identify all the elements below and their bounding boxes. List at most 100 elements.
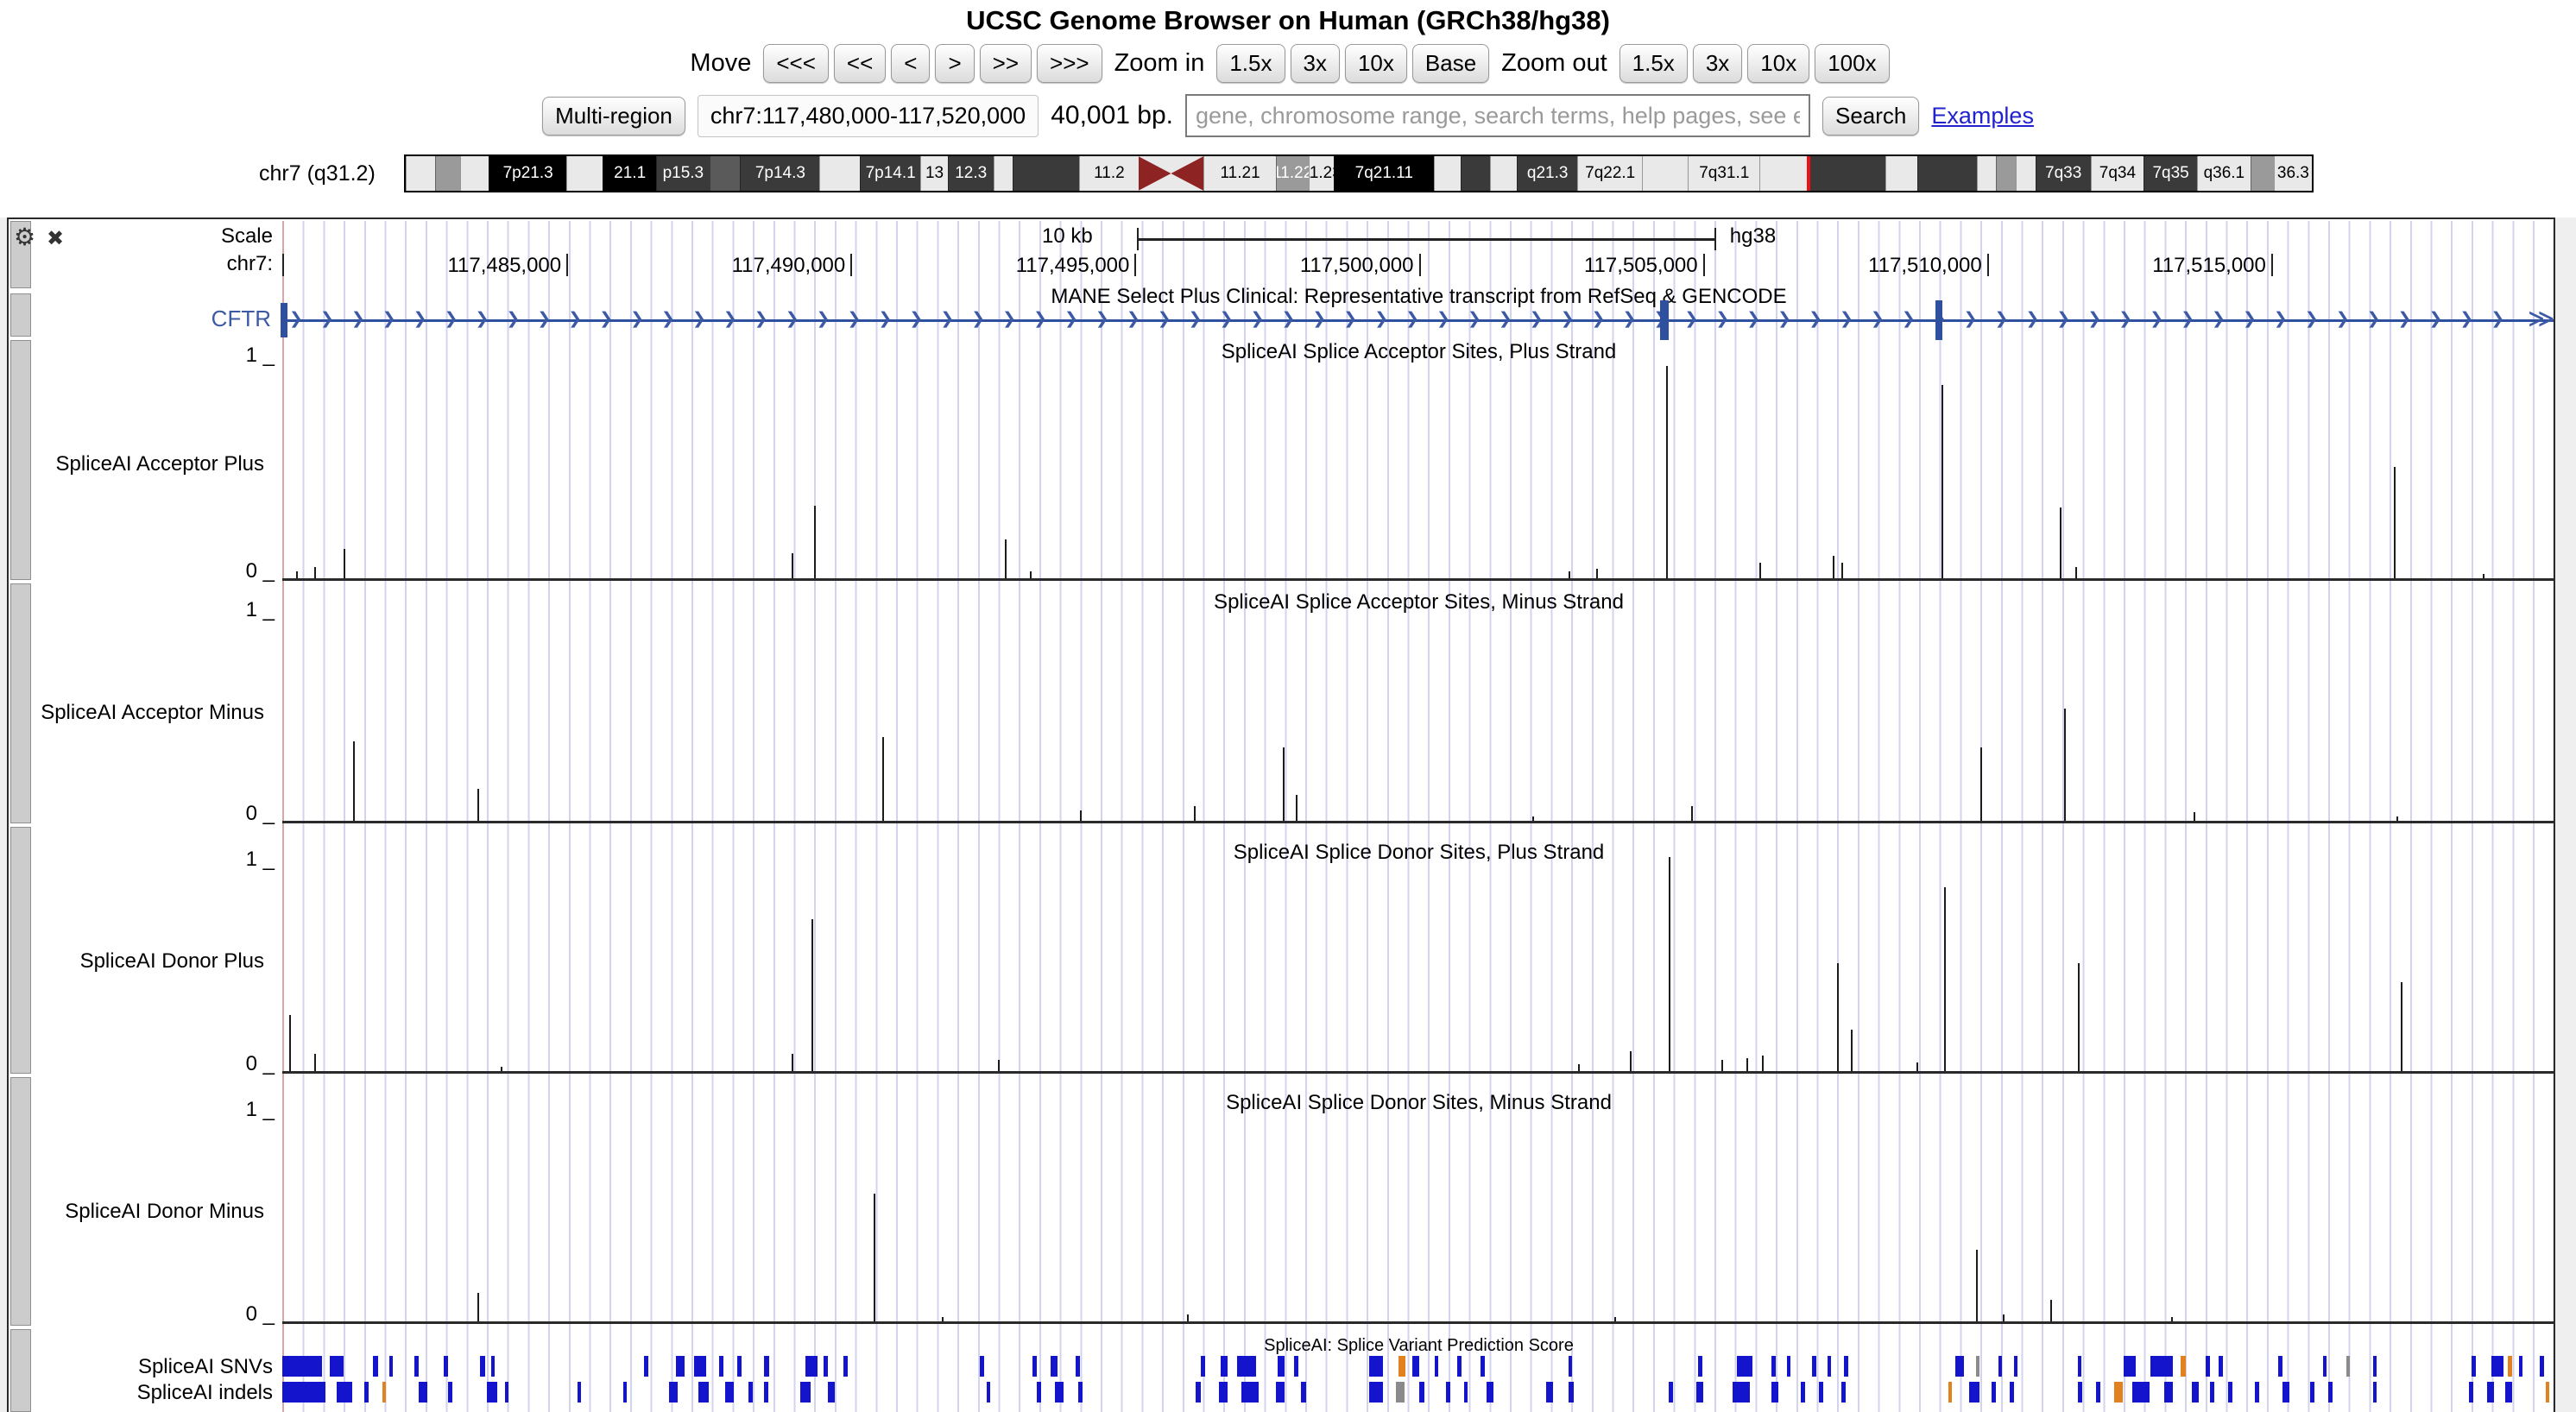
variant-tick [1221,1356,1228,1377]
track-plot-area[interactable] [282,605,2555,821]
signal-peak [2078,963,2080,1072]
variant-tick [2255,1382,2259,1403]
variant-row-label[interactable]: SpliceAI SNVs [138,1355,273,1379]
region-size-text: 40,001 bp. [1051,101,1173,130]
move-button-[interactable]: >>> [1037,44,1102,83]
track-baseline [282,1321,2555,1324]
genome-tracks-image[interactable]: ⚙✖Scale10 kbhg38chr7:117,485,000117,490,… [7,217,2555,1412]
ideogram-label: chr7 (q31.2) [259,161,404,186]
zoom-out-button-3x[interactable]: 3x [1693,44,1742,83]
scale-bar-cap-right [1714,228,1716,250]
track-plot-area[interactable] [282,1105,2555,1321]
ideogram-band [406,156,435,191]
variant-tick [1412,1356,1419,1377]
variant-tick [382,1382,386,1403]
variant-tick [1969,1382,1979,1403]
search-button[interactable]: Search [1822,97,1919,136]
zoom-out-button-15x[interactable]: 1.5x [1619,44,1688,83]
track-left-label[interactable]: SpliceAI Donor Plus [80,949,264,974]
examples-link[interactable]: Examples [1931,103,2034,129]
track-drag-bar-4[interactable] [10,827,31,1074]
ideogram-band-p15.3: p15.3 [656,156,710,191]
multi-region-button[interactable]: Multi-region [542,97,685,136]
variant-tick [748,1382,753,1403]
variant-tick [1955,1356,1964,1377]
signal-peak [998,1060,1000,1071]
track-drag-bar-5[interactable] [10,1077,31,1326]
track-ymin-label: 0 _ [246,802,275,826]
variant-tick [1419,1382,1424,1403]
zoom-in-button-base[interactable]: Base [1412,44,1489,83]
centromere-right [1171,156,1203,191]
signal-peak [1746,1058,1748,1071]
zoom-in-button-3x[interactable]: 3x [1291,44,1340,83]
variant-lane[interactable] [282,1381,2555,1403]
ideogram-band-11.23: 11.23 [1309,156,1334,191]
move-button-[interactable]: < [891,44,930,83]
search-input[interactable] [1185,94,1810,137]
zoom-in-button-15x[interactable]: 1.5x [1216,44,1285,83]
variant-tick [2546,1382,2549,1403]
variant-tick [505,1382,508,1403]
signal-peak [2194,812,2195,821]
variant-tick [1369,1356,1383,1377]
ideogram-band-36.3: 36.3 [2274,156,2312,191]
chromosome-ideogram[interactable]: 7p21.321.1p15.37p14.37p14.11312.311.211.… [404,154,2314,192]
variant-tick [2323,1356,2327,1377]
track-plot-area[interactable] [282,854,2555,1071]
variant-tick [1078,1382,1083,1403]
gene-name-label[interactable]: CFTR [212,306,271,332]
variant-row-label[interactable]: SpliceAI indels [137,1381,273,1405]
signal-peak [1669,857,1670,1071]
move-button-[interactable]: > [935,44,974,83]
gene-end-arrow-icon: ≫ [2528,304,2554,334]
ideogram-band [994,156,1013,191]
move-button-[interactable]: <<< [763,44,829,83]
signal-peak [501,1067,502,1071]
track-drag-bar-3[interactable] [10,583,31,823]
close-icon[interactable]: ✖ [47,226,64,251]
signal-peak [1596,569,1598,578]
position-box[interactable]: chr7:117,480,000-117,520,000 [698,95,1039,137]
track-ymin-label: 0 _ [246,559,275,583]
track-plot-area[interactable] [282,350,2555,578]
move-button-[interactable]: << [834,44,886,83]
track-left-label[interactable]: SpliceAI Acceptor Minus [41,701,264,725]
track-left-label[interactable]: SpliceAI Donor Minus [65,1200,264,1224]
signal-peak [2401,982,2402,1071]
zoom-out-button-10x[interactable]: 10x [1747,44,1809,83]
variant-tick [1032,1356,1037,1377]
variant-lane[interactable] [282,1355,2555,1377]
variant-tick [644,1356,648,1377]
signal-peak [2060,507,2061,578]
centromere-left [1139,156,1171,191]
track-left-label[interactable]: SpliceAI Acceptor Plus [56,452,264,476]
variant-tick [737,1356,742,1377]
variant-tick [1669,1382,1673,1403]
signal-peak [2064,709,2066,821]
signal-peak [1578,1064,1580,1071]
signal-peak [353,741,355,822]
ideogram-band-7p14.3: 7p14.3 [740,156,819,191]
signal-peak [477,789,479,822]
track-drag-bar-2[interactable] [10,340,31,580]
track-drag-bar-1[interactable] [10,293,31,337]
track-ymax-label: 1 _ [246,598,275,622]
variant-tick [1051,1356,1058,1377]
variant-tick [2114,1382,2123,1403]
zoom-in-button-10x[interactable]: 10x [1345,44,1407,83]
track-drag-bar-6[interactable] [10,1329,31,1412]
move-button-group: <<<<<<>>>>>> [763,44,1102,83]
ideogram-band-q36.1: q36.1 [2197,156,2251,191]
zoom-out-button-100x[interactable]: 100x [1815,44,1889,83]
gene-direction-chevrons: ❯❯❯❯❯❯❯❯❯❯❯❯❯❯❯❯❯❯❯❯❯❯❯❯❯❯❯❯❯❯❯❯❯❯❯❯❯❯❯❯… [289,309,2519,331]
variant-tick [1696,1382,1703,1403]
move-button-[interactable]: >> [980,44,1032,83]
signal-peak [1851,1030,1853,1071]
ideogram-band-21.1: 21.1 [603,156,656,191]
variant-tick [337,1382,352,1403]
variant-tick [364,1382,369,1403]
variant-tick [419,1382,427,1403]
signal-peak [1614,1317,1616,1321]
gear-icon[interactable]: ⚙ [14,223,35,251]
